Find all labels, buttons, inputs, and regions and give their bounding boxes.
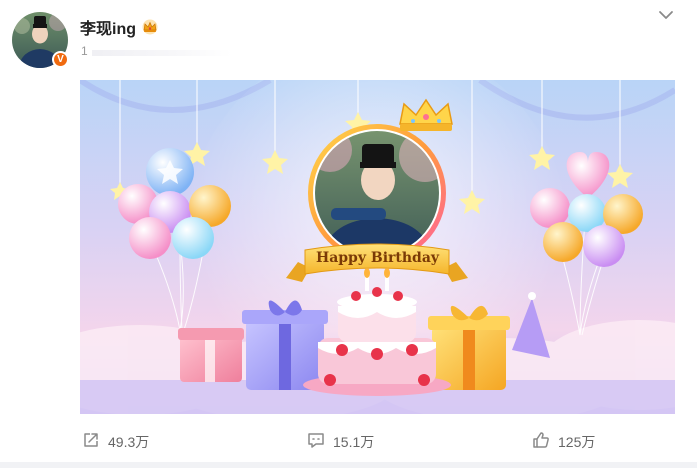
action-bar: 49.3万 15.1万 125万 xyxy=(0,428,697,456)
author-name[interactable]: 李现ing xyxy=(80,15,136,39)
feed-divider xyxy=(0,462,697,468)
like-button[interactable]: 125万 xyxy=(532,428,595,456)
chevron-down-icon[interactable] xyxy=(658,8,674,22)
v-verified-icon: V xyxy=(52,51,69,68)
thumbs-up-icon xyxy=(532,431,550,454)
share-icon xyxy=(82,431,100,454)
birthday-card-illustration xyxy=(80,80,675,414)
repost-button[interactable]: 49.3万 xyxy=(82,428,149,456)
repost-count: 49.3万 xyxy=(108,434,150,450)
comment-count: 15.1万 xyxy=(333,434,375,450)
post-time[interactable]: 1 xyxy=(81,44,88,58)
author-row: 李现ing xyxy=(80,15,159,39)
crown-badge-icon[interactable] xyxy=(141,19,159,35)
comment-button[interactable]: 15.1万 xyxy=(307,428,374,456)
post-image[interactable]: Happy Birthday xyxy=(80,80,675,414)
comment-icon xyxy=(307,431,325,454)
like-count: 125万 xyxy=(558,434,596,450)
source-text-faded xyxy=(92,50,232,56)
weibo-post: V 李现ing 1 Happy Birthday 49.3万 15.1万 125… xyxy=(0,0,697,468)
